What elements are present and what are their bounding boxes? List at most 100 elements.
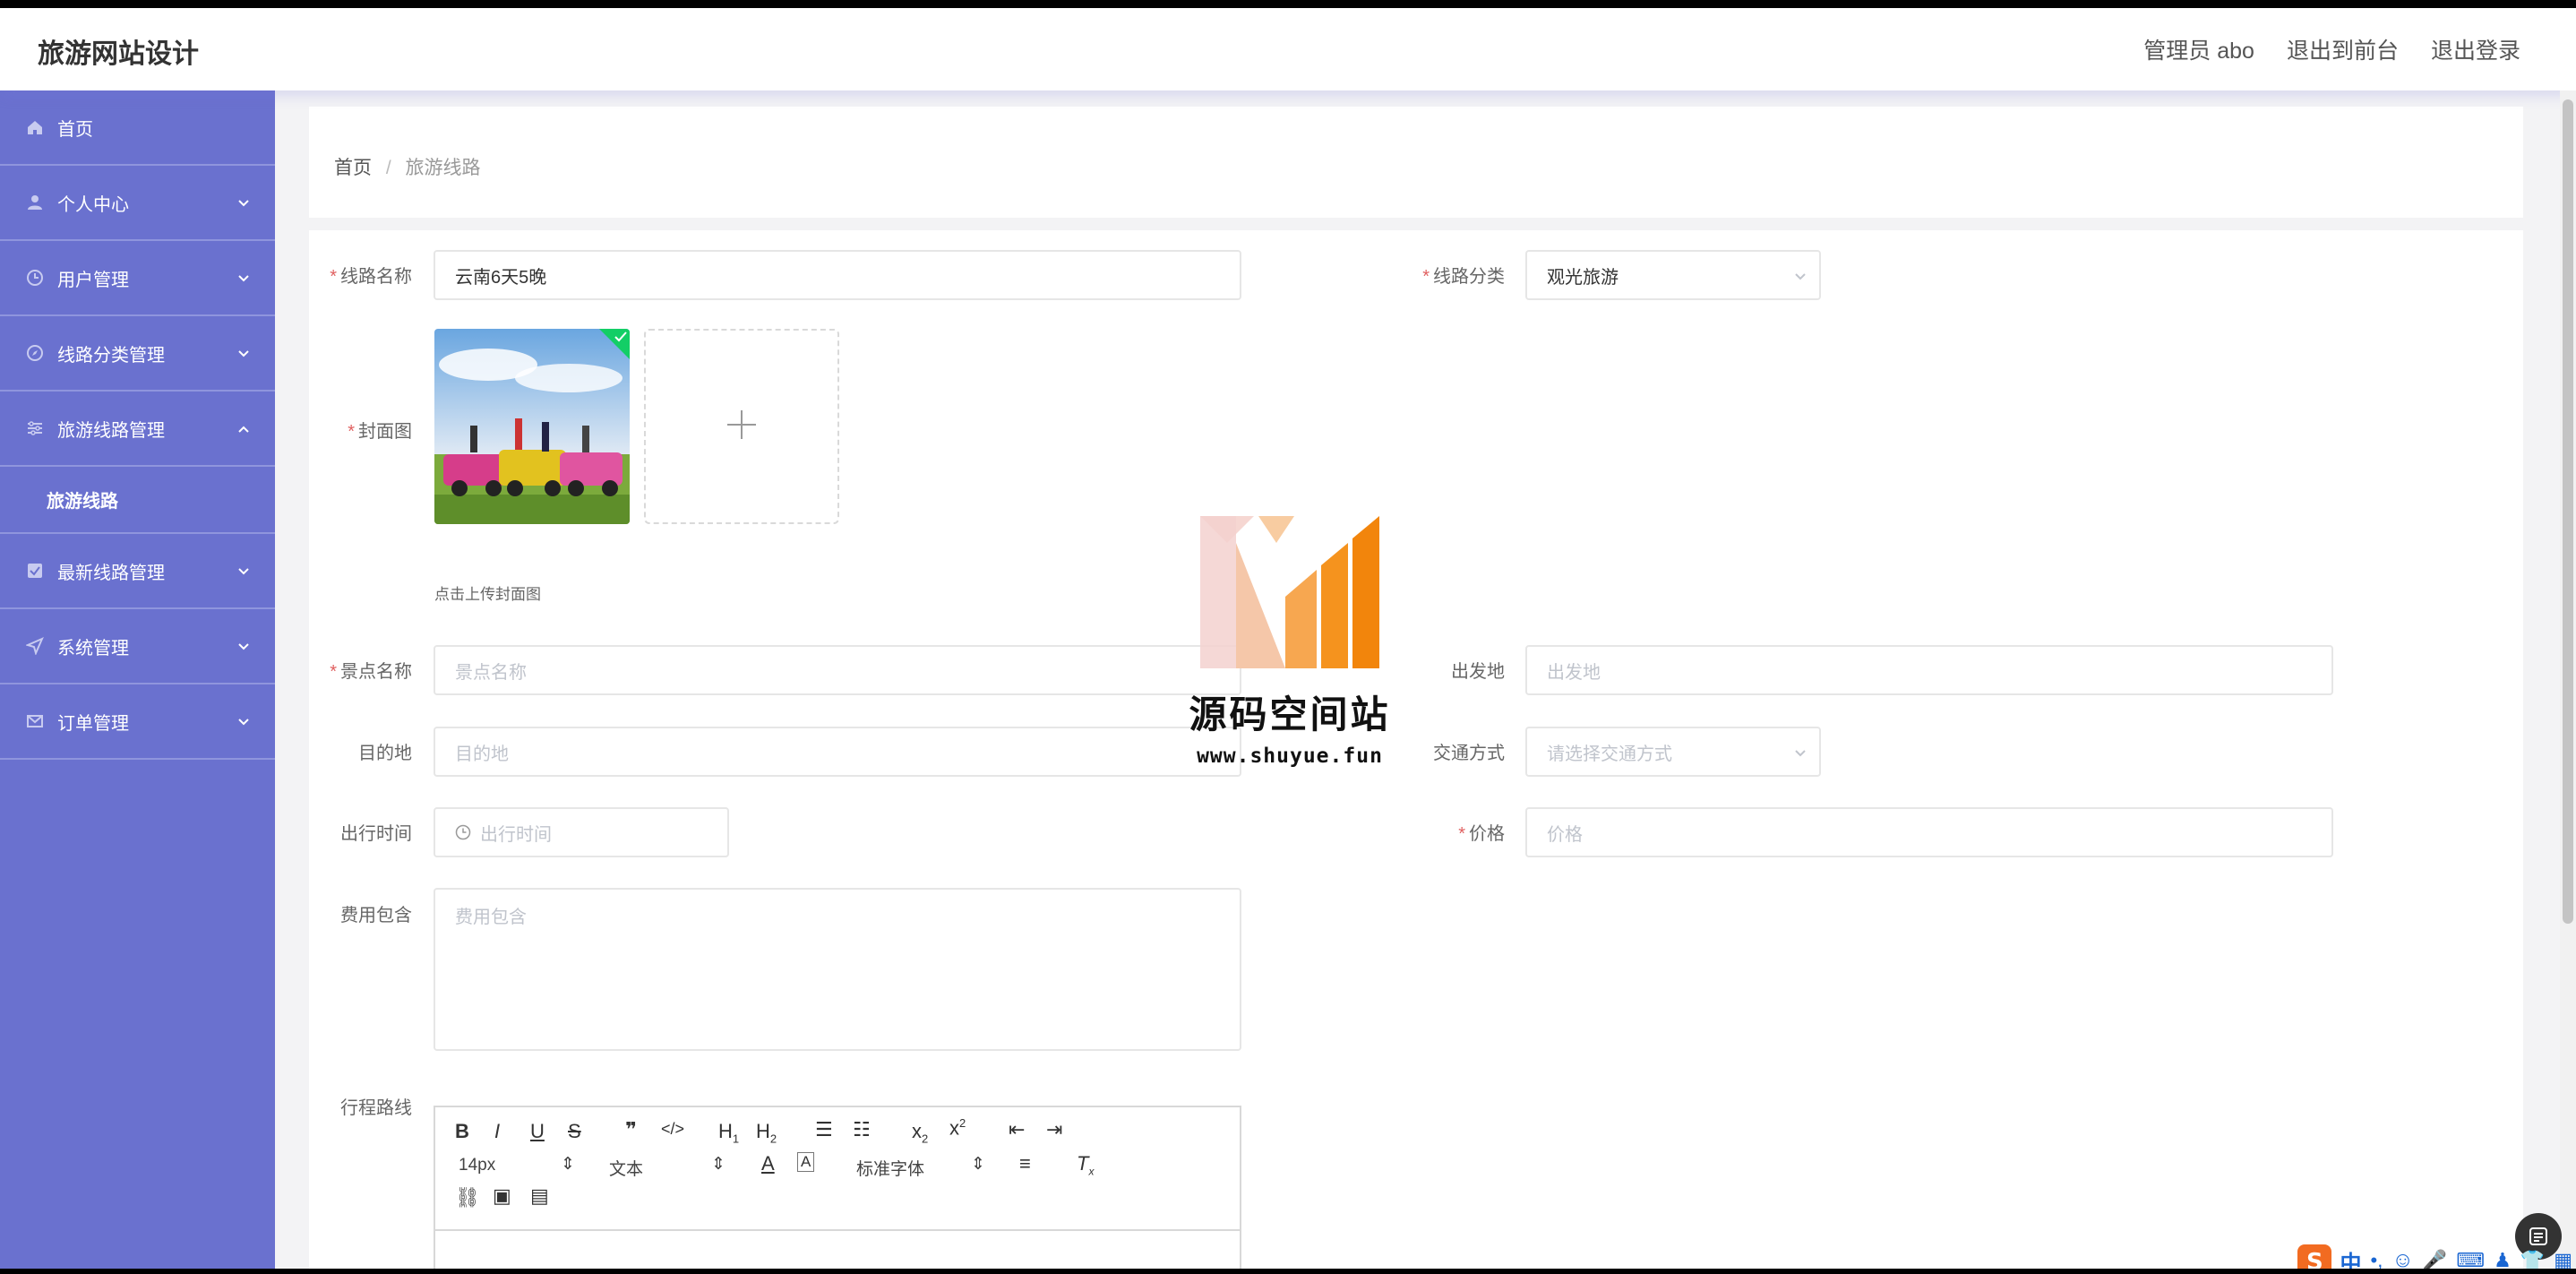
spot-name-label: * 景点名称 [330,662,412,682]
font-size-select[interactable]: 14px [459,1156,495,1175]
link-icon[interactable]: ⛓ [455,1186,480,1209]
admin-user-link[interactable]: 管理员 abo [2143,33,2254,65]
h1-icon[interactable]: H1 [718,1120,739,1145]
mail-icon [25,711,45,731]
sidebar-item-label: 用户管理 [57,270,129,290]
chevron-updown-icon: ⇕ [711,1155,726,1174]
logout-link[interactable]: 退出登录 [2431,33,2520,65]
price-input[interactable]: 价格 [1525,807,2333,857]
italic-icon[interactable]: I [494,1120,500,1143]
emoji-icon[interactable]: ☺ [2391,1248,2414,1269]
cover-label: * 封面图 [348,422,412,442]
image-icon[interactable]: ▣ [493,1184,511,1208]
cover-upload-hint: 点击上传封面图 [434,586,541,603]
breadcrumb: 首页 / 旅游线路 [334,153,481,180]
sidebar: 首页 个人中心 用户管理 线路分类管理 旅游线路管理 旅游线路 最新线路管理 系… [0,90,275,1269]
underline-icon[interactable]: U [530,1120,545,1143]
sidebar-subitem-routes[interactable]: 旅游线路 [0,467,275,534]
user-icon [25,193,45,212]
exit-to-frontend-link[interactable]: 退出到前台 [2287,33,2399,65]
sidebar-item-system-management[interactable]: 系统管理 [0,609,275,684]
superscript-icon[interactable]: x2 [949,1116,966,1140]
watermark-url: www.shuyue.fun [1197,745,1383,768]
video-icon[interactable]: ▤ [530,1184,549,1208]
chevron-down-icon [237,343,250,364]
ordered-list-icon[interactable]: ☰ [815,1118,833,1141]
sidebar-item-latest-routes[interactable]: 最新线路管理 [0,534,275,609]
sidebar-item-personal-center[interactable]: 个人中心 [0,166,275,241]
destination-label: 目的地 [358,744,412,763]
keyboard-icon[interactable]: ⌨ [2456,1249,2485,1269]
sidebar-item-route-category[interactable]: 线路分类管理 [0,316,275,392]
breadcrumb-card: 首页 / 旅游线路 [309,107,2523,218]
punctuation-icon[interactable]: •, [2371,1249,2383,1269]
chinese-mode-icon[interactable]: 中 [2340,1245,2362,1270]
sidebar-item-label: 系统管理 [57,638,129,659]
bold-icon[interactable]: B [455,1120,469,1143]
departure-input[interactable]: 出发地 [1525,645,2333,695]
quote-icon[interactable]: ❞ [625,1118,637,1141]
transport-select[interactable]: 请选择交通方式 [1525,727,1821,777]
subscript-icon[interactable]: x2 [912,1120,928,1145]
scrollbar-thumb[interactable] [2563,99,2573,924]
chevron-down-icon [237,636,250,657]
route-name-input[interactable]: 云南6天5晚 [434,250,1241,300]
font-color-icon[interactable]: A [761,1152,775,1175]
editor-toolbar: B I U S ❞ </> H1 H2 ☰ ☷ x2 x2 ⇤ ⇥ 14px ⇕… [435,1107,1240,1231]
chevron-down-icon [237,561,250,581]
depart-time-picker[interactable]: 出行时间 [434,807,729,857]
chevron-down-icon [237,268,250,288]
header-links: 管理员 abo 退出到前台 退出登录 [2143,33,2520,65]
skin-icon[interactable]: 👕 [2520,1249,2545,1269]
route-category-select[interactable]: 观光旅游 [1525,250,1821,300]
cover-image-thumbnail[interactable] [434,329,630,524]
send-icon [25,636,45,656]
clear-format-icon[interactable]: Tx [1077,1152,1094,1177]
indent-icon[interactable]: ⇥ [1046,1118,1062,1141]
itinerary-rich-editor[interactable]: B I U S ❞ </> H1 H2 ☰ ☷ x2 x2 ⇤ ⇥ 14px ⇕… [434,1106,1241,1269]
outdent-icon[interactable]: ⇤ [1009,1118,1025,1141]
chevron-updown-icon: ⇕ [971,1155,985,1174]
grid-icon[interactable]: ▦ [2554,1249,2572,1269]
background-color-icon[interactable]: A [797,1152,815,1172]
sidebar-item-route-management[interactable]: 旅游线路管理 [0,392,275,467]
sidebar-item-label: 旅游线路管理 [57,420,165,441]
user-icon[interactable]: ♟ [2494,1249,2512,1269]
breadcrumb-current: 旅游线路 [405,158,481,178]
spot-name-input[interactable]: 景点名称 [434,645,1241,695]
chevron-down-icon [1794,266,1807,287]
compass-icon [25,343,45,363]
h2-icon[interactable]: H2 [756,1120,777,1145]
upload-add-button[interactable] [644,329,839,524]
strike-icon[interactable]: S [568,1120,581,1143]
chevron-down-icon [237,711,250,732]
sidebar-item-label: 订单管理 [57,713,129,734]
checkbox-icon [25,561,45,581]
align-icon[interactable]: ≡ [1019,1152,1031,1175]
sidebar-item-home[interactable]: 首页 [0,90,275,166]
sidebar-item-user-management[interactable]: 用户管理 [0,241,275,316]
fee-includes-label: 费用包含 [340,906,412,925]
chevron-updown-icon: ⇕ [561,1155,575,1174]
code-icon[interactable]: </> [661,1120,684,1139]
chevron-up-icon [237,418,250,439]
watermark-logo: 源码空间站 www.shuyue.fun [1182,516,1397,768]
route-category-value: 观光旅游 [1547,267,1619,288]
breadcrumb-separator: / [385,158,391,178]
sidebar-item-order-management[interactable]: 订单管理 [0,684,275,760]
bullet-list-icon[interactable]: ☷ [853,1118,871,1141]
fee-includes-textarea[interactable]: 费用包含 [434,888,1241,1051]
breadcrumb-home[interactable]: 首页 [334,158,372,178]
svg-text:S: S [2306,1249,2323,1269]
sliders-icon [25,418,45,438]
heading-select[interactable]: 文本 [609,1156,643,1180]
destination-input[interactable]: 目的地 [434,727,1241,777]
page-scrollbar[interactable] [2560,90,2576,1269]
watermark-text: 源码空间站 [1189,693,1391,736]
top-header: 旅游网站设计 管理员 abo 退出到前台 退出登录 [0,8,2576,90]
app-title: 旅游网站设计 [38,39,199,69]
sogou-ime-icon[interactable]: S [2297,1244,2331,1269]
font-family-select[interactable]: 标准字体 [856,1156,924,1180]
microphone-icon[interactable]: 🎤 [2423,1249,2447,1269]
depart-time-label: 出行时间 [340,824,412,844]
